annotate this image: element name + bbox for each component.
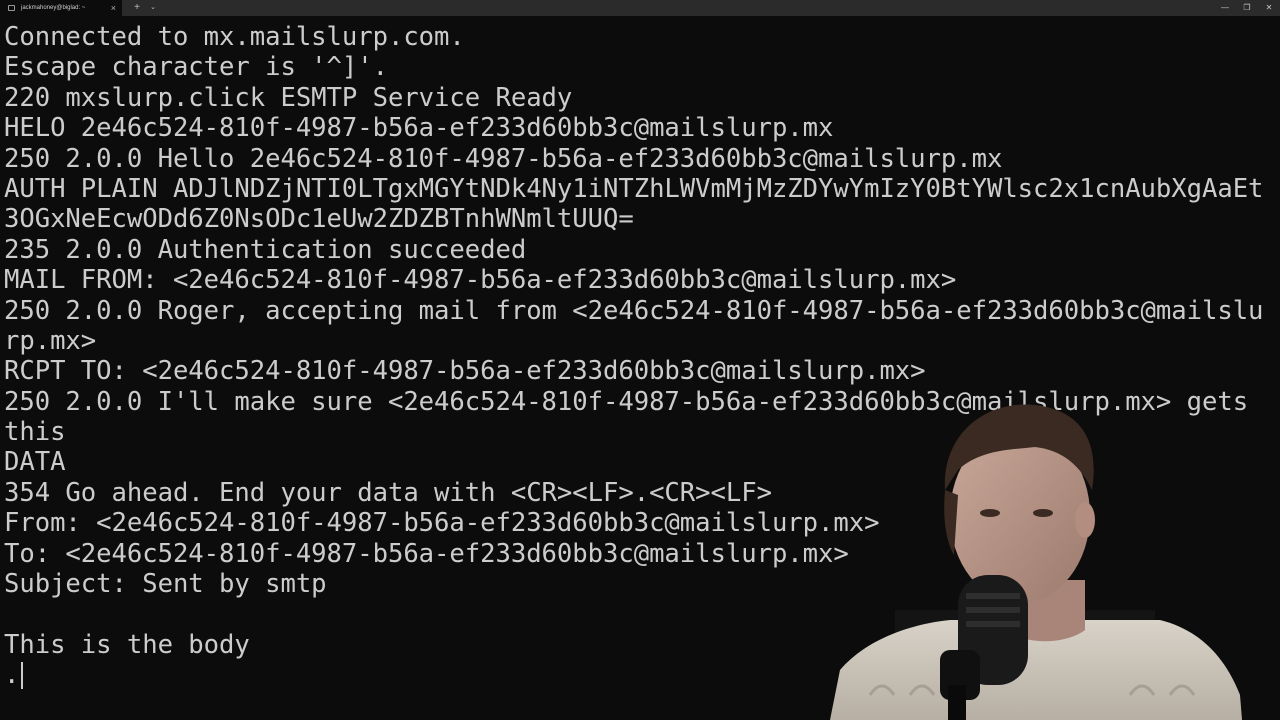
webcam-presenter-image bbox=[830, 404, 1242, 720]
tab-title: jackmahoney@biglad: ~ bbox=[21, 5, 86, 11]
terminal-line: AUTH PLAIN ADJlNDZjNTI0LTgxMGYtNDk4Ny1iN… bbox=[4, 173, 1264, 204]
terminal-line: 250 2.0.0 Roger, accepting mail from <2e… bbox=[4, 295, 1264, 326]
terminal-line: Connected to mx.mailslurp.com. bbox=[4, 22, 465, 52]
tab-close-icon[interactable]: × bbox=[111, 2, 116, 14]
new-tab-plus-icon[interactable]: + bbox=[128, 0, 146, 16]
terminal-line: HELO 2e46c524-810f-4987-b56a-ef233d60bb3… bbox=[4, 113, 834, 144]
terminal-line: rp.mx> bbox=[4, 325, 97, 356]
terminal-tab[interactable]: jackmahoney@biglad: ~ × bbox=[0, 0, 122, 16]
window-controls: — ❐ ✕ bbox=[1214, 0, 1280, 16]
terminal-line: 250 2.0.0 Hello 2e46c524-810f-4987-b56a-… bbox=[4, 143, 1003, 174]
terminal-line: RCPT TO: <2e46c524-810f-4987-b56a-ef233d… bbox=[4, 356, 926, 387]
text-cursor bbox=[21, 661, 24, 689]
terminal-line: 235 2.0.0 Authentication succeeded bbox=[4, 234, 527, 265]
terminal-line: 220 mxslurp.click ESMTP Service Ready bbox=[4, 82, 573, 113]
terminal-line: MAIL FROM: <2e46c524-810f-4987-b56a-ef23… bbox=[4, 265, 957, 296]
new-tab-chevron-down-icon[interactable]: ⌄ bbox=[146, 0, 160, 16]
maximize-icon[interactable]: ❐ bbox=[1236, 0, 1258, 16]
terminal-icon bbox=[8, 5, 15, 11]
window-close-icon[interactable]: ✕ bbox=[1258, 0, 1280, 16]
terminal-line: Escape character is '^]'. bbox=[4, 52, 388, 83]
terminal-line: 3OGxNeEcwODd6Z0NsODc1eUw2ZDZBTnhWNmltUUQ… bbox=[4, 204, 634, 235]
minimize-icon[interactable]: — bbox=[1214, 0, 1236, 16]
title-bar: jackmahoney@biglad: ~ × + ⌄ — ❐ ✕ bbox=[0, 0, 1280, 16]
terminal-line: . bbox=[4, 660, 20, 691]
